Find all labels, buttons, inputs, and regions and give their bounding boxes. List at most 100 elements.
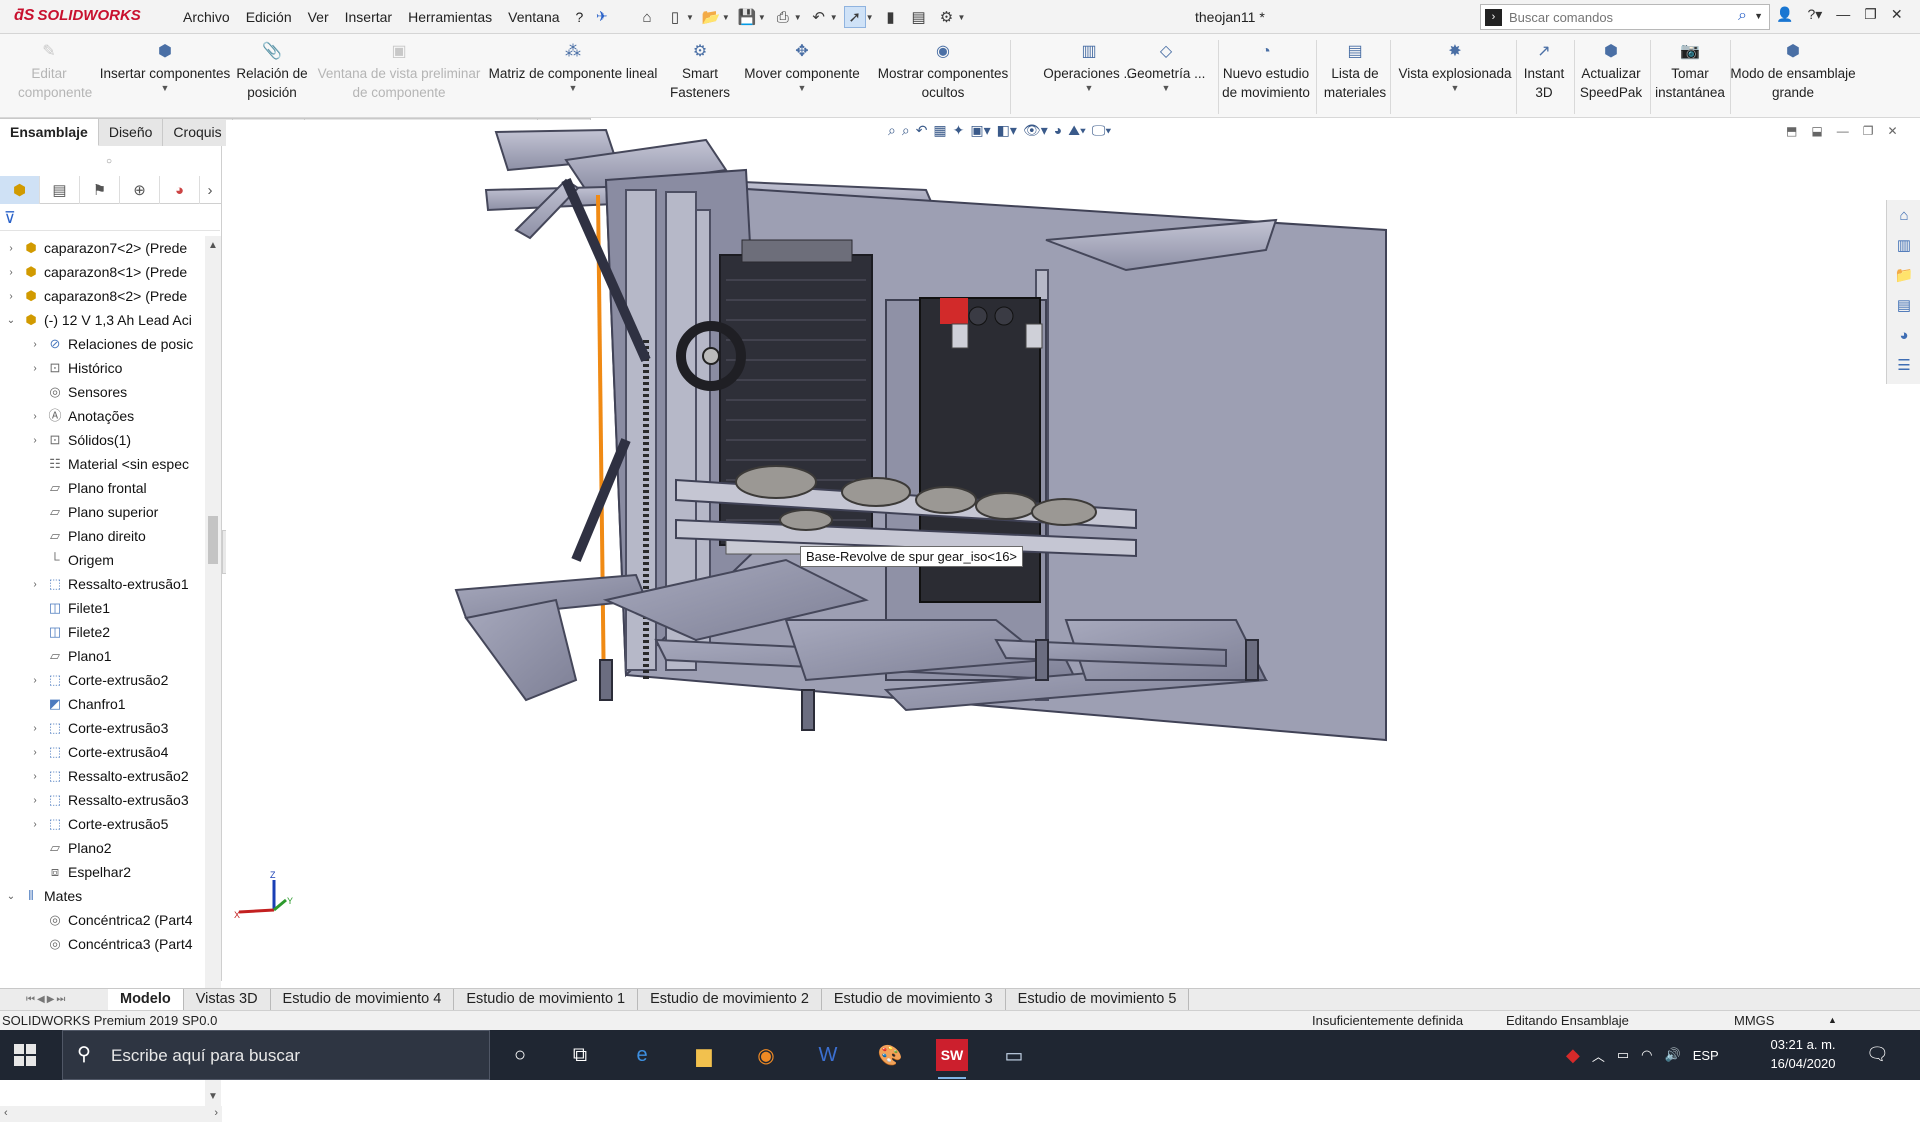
volume-icon[interactable]: 🔊 [1665,1047,1681,1063]
menu-help[interactable]: ? [568,0,592,34]
file-explorer-icon[interactable]: ▆ [688,1039,720,1071]
chevron-down-icon[interactable]: ▼ [830,13,838,22]
tree-item[interactable]: › ⊘ Relaciones de posic [28,332,193,356]
tree-item[interactable]: › Ⓐ Anotações [28,404,134,428]
tree-item[interactable]: ☷ Material <sin espec [28,452,189,476]
menu-herramientas[interactable]: Herramientas [400,0,500,34]
bottom-tab-modelo[interactable]: Modelo [108,989,184,1010]
tree-item[interactable]: › ⬢ caparazon8<1> (Prede [4,260,187,284]
restore-icon[interactable]: ❐ [1864,6,1877,23]
dimxpert-manager-icon[interactable]: ⊕ [120,176,160,204]
tree-item[interactable]: ◎ Concéntrica2 (Part4 [28,908,192,932]
edit-appearance-icon[interactable]: ◕ [1054,122,1062,139]
tree-item[interactable]: ◩ Chanfro1 [28,692,126,716]
chevron-down-icon[interactable]: ▼ [722,13,730,22]
chevron-right-icon[interactable]: › [28,795,42,806]
search-input[interactable] [1509,7,1729,27]
menu-insertar[interactable]: Insertar [337,0,400,34]
tree-item[interactable]: ▱ Plano1 [28,644,112,668]
tree-item[interactable]: ▱ Plano frontal [28,476,147,500]
matriz-de-componente-lineal-button[interactable]: ⁂ Matriz de componente lineal ▼ [484,42,662,118]
tree-item[interactable]: › ⬢ caparazon8<2> (Prede [4,284,187,308]
tile-vertical-icon[interactable]: ⬓ [1811,124,1822,138]
menu-edicion[interactable]: Edición [238,0,300,34]
unit-system[interactable]: MMGS [1734,1013,1774,1028]
tree-item[interactable]: ▱ Plano superior [28,500,158,524]
solidworks-resources-icon[interactable]: ⌂ [1887,200,1920,230]
apply-scene-icon[interactable]: ⛰▾ [1068,122,1086,139]
chevron-right-icon[interactable]: › [28,435,42,446]
word-icon[interactable]: W [812,1039,844,1071]
restore-icon[interactable]: ❐ [1863,124,1874,138]
clock[interactable]: 03:21 a. m. 16/04/2020 [1758,1035,1848,1073]
chevron-down-icon[interactable]: ▼ [758,13,766,22]
pin-menu-icon[interactable]: ✈ [596,8,608,25]
chevron-right-icon[interactable]: › [4,291,18,302]
tree-item[interactable]: › ⬚ Ressalto-extrusão3 [28,788,188,812]
tree-item[interactable]: ◫ Filete2 [28,620,110,644]
tab-diseño[interactable]: Diseño [98,118,164,146]
options-gear-icon[interactable]: ⚙ [936,6,958,28]
tree-item[interactable]: ⌄ ⬢ (-) 12 V 1,3 Ah Lead Aci [4,308,192,332]
undo-icon[interactable]: ↶ [808,6,830,28]
minimize-icon[interactable]: — [1836,6,1850,23]
mover-componente-button[interactable]: ✥ Mover componente ▼ [734,42,870,118]
solidworks-2019-icon[interactable]: SW [936,1039,968,1079]
panel-grip[interactable]: ○ [106,156,112,167]
user-icon[interactable]: 👤 [1776,6,1793,23]
file-explorer-icon[interactable]: 📁 [1887,260,1920,290]
command-search[interactable]: › ⌕ ▼ [1480,4,1770,30]
nuevo-estudio-de-movimiento-button[interactable]: ◔ Nuevo estudio de movimiento [1214,42,1318,118]
chevron-right-icon[interactable]: › [4,243,18,254]
view-settings-icon[interactable]: 🖵▾ [1092,122,1111,139]
horizontal-scrollbar[interactable]: ‹ › [0,1106,222,1122]
chevron-down-icon[interactable]: ⌄ [4,315,18,326]
tree-item[interactable]: › ⬚ Ressalto-extrusão2 [28,764,188,788]
chevron-down-icon[interactable]: ▼ [1394,83,1516,93]
chevron-down-icon[interactable]: ▼ [90,83,240,93]
tree-item[interactable]: ◫ Filete1 [28,596,110,620]
tree-item[interactable]: ⧈ Espelhar2 [28,860,131,884]
tree-item[interactable]: ◎ Concéntrica3 (Part4 [28,932,192,956]
task-view-icon[interactable]: ⧉ [564,1039,596,1071]
tomar-instantánea-button[interactable]: 📷 Tomar instantánea [1652,42,1728,118]
traffic-light-icon[interactable]: ▮ [880,6,902,28]
close-icon[interactable]: ✕ [1891,6,1903,23]
wifi-icon[interactable]: ◠ [1641,1047,1652,1063]
ventana-de-vista-preliminar-de-componente-button[interactable]: ▣ Ventana de vista preliminar de componen… [314,42,484,118]
menu-ventana[interactable]: Ventana [500,0,567,34]
zoom-to-area-icon[interactable]: ⌕ [902,122,910,139]
show-hidden-icons-icon[interactable]: ︿ [1592,1046,1605,1065]
tree-item[interactable]: › ⬚ Corte-extrusão5 [28,812,168,836]
hide-show-items-icon[interactable]: 👁▾ [1023,122,1048,139]
section-view-icon[interactable]: ▦ [933,122,946,139]
dynamic-annotation-icon[interactable]: ✦ [953,122,965,139]
bottom-tab-vistas-3d[interactable]: Vistas 3D [183,989,271,1010]
menu-ver[interactable]: Ver [300,0,337,34]
relación-de-posición-button[interactable]: 📎 Relación de posición [234,42,310,118]
chevron-down-icon[interactable]: ▼ [734,83,870,93]
scroll-up-icon[interactable]: ▲ [208,240,218,251]
print-icon[interactable]: ⎙ [772,6,794,28]
taskbar-search[interactable]: ⚲ Escribe aquí para buscar [62,1030,490,1080]
appearances-icon[interactable]: ◕ [1887,320,1920,350]
previous-view-icon[interactable]: ↶ [916,122,928,139]
scroll-left-icon[interactable]: ‹ [4,1107,8,1119]
bottom-tab-estudio-de-movimiento-1[interactable]: Estudio de movimiento 1 [454,989,639,1010]
view-palette-icon[interactable]: ▤ [1887,290,1920,320]
file-properties-icon[interactable]: ▤ [908,6,930,28]
new-document-icon[interactable]: ▯ [664,6,686,28]
tree-item[interactable]: └ Origem [28,548,114,572]
chevron-right-icon[interactable]: › [200,176,220,204]
modo-de-ensamblaje-grande-button[interactable]: ⬢ Modo de ensamblaje grande [1730,42,1856,118]
tab-ensamblaje[interactable]: Ensamblaje [0,118,99,146]
tree-item[interactable]: ⌄ ⫴ Mates [4,884,82,908]
lista-de-materiales-button[interactable]: ▤ Lista de materiales [1318,42,1392,118]
editar-componente-button[interactable]: ✎ Editar componente [18,42,92,118]
windows-start-icon[interactable] [14,1044,36,1066]
solidworks-logo[interactable]: ƌS SOLIDWORKS [14,7,141,25]
edge-icon[interactable]: e [626,1039,658,1071]
zoom-to-fit-icon[interactable]: ⌕ [888,122,896,139]
close-icon[interactable]: ✕ [1887,124,1897,138]
select-pointer-icon[interactable]: ➚ [843,6,866,28]
